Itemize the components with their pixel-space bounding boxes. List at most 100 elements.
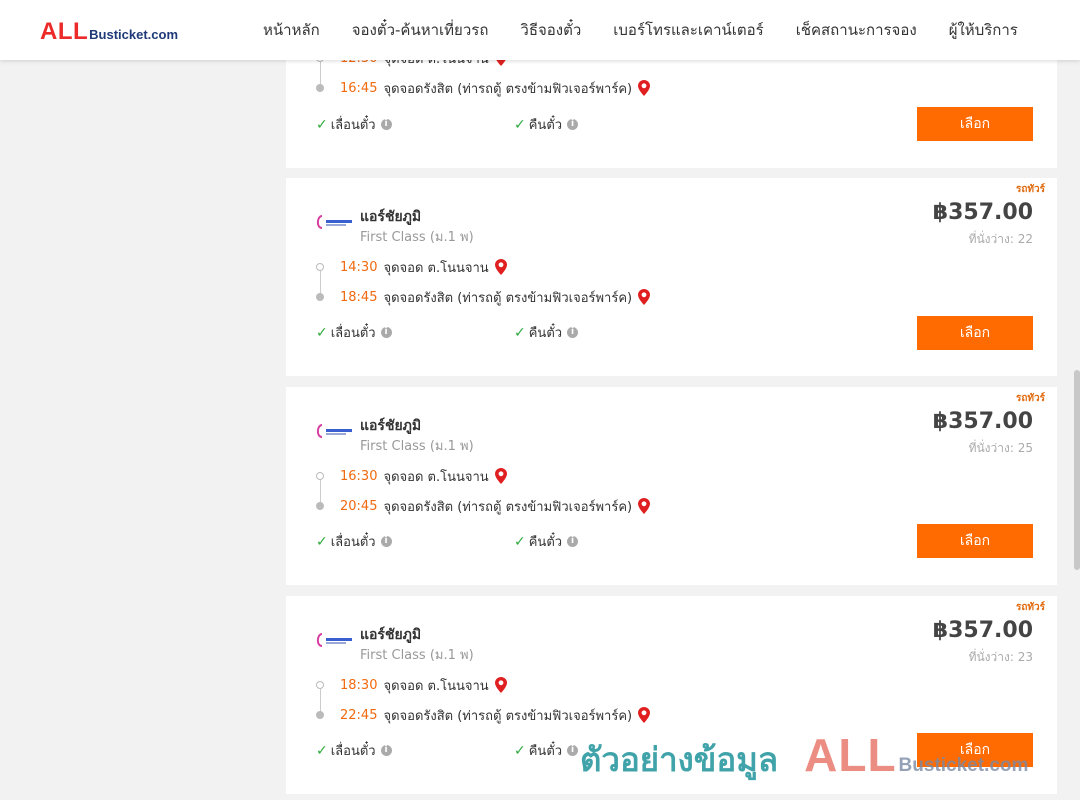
feature-label: เลื่อนตั๋ว: [330, 744, 376, 759]
map-pin-icon[interactable]: [638, 498, 651, 514]
map-pin-icon[interactable]: [494, 468, 507, 484]
site-header: ALL Busticket.com หน้าหลัก จองตั๋ว-ค้นหา…: [0, 0, 1080, 60]
info-icon[interactable]: i: [567, 119, 579, 130]
feature-label: คืนตั๋ว: [528, 118, 563, 133]
logo-sub-text: Busticket.com: [89, 27, 179, 42]
info-icon[interactable]: i: [567, 327, 579, 338]
select-button[interactable]: เลือก: [917, 107, 1033, 141]
site-logo[interactable]: ALL Busticket.com: [40, 18, 178, 46]
feature-change-ticket: ✓ เลื่อนตั๋ว i: [316, 322, 392, 343]
map-pin-icon[interactable]: [494, 677, 507, 693]
depart-time: 18:30: [340, 677, 378, 693]
seats-available: ที่นั่งว่าง: 25: [968, 441, 1033, 455]
check-icon: ✓: [316, 533, 328, 550]
feature-label: คืนตั๋ว: [528, 535, 563, 550]
check-icon: ✓: [316, 742, 328, 759]
arrive-dot: [316, 711, 324, 719]
feature-label: เลื่อนตั๋ว: [330, 118, 376, 133]
bus-class: First Class (ม.1 พ): [360, 648, 474, 663]
seats-available: ที่นั่งว่าง: 22: [968, 232, 1033, 246]
feature-refund-ticket: ✓ คืนตั๋ว i: [514, 114, 579, 135]
feature-change-ticket: ✓ เลื่อนตั๋ว i: [316, 740, 392, 761]
check-icon: ✓: [514, 324, 526, 341]
info-icon[interactable]: i: [380, 119, 392, 130]
trip-card: รถทัวร์ แอร์ชัยภูมิ First Class (ม.1 พ) …: [286, 178, 1057, 376]
operator-logo-icon: [316, 633, 352, 647]
page-scrollbar[interactable]: [1074, 370, 1080, 570]
map-pin-icon[interactable]: [638, 289, 651, 305]
nav-check-booking[interactable]: เช็คสถานะการจอง: [780, 18, 933, 42]
arrive-stop: 18:45 จุดจอดรังสิต (ท่ารถตู้ ตรงข้ามฟิวเ…: [316, 288, 651, 306]
feature-change-ticket: ✓ เลื่อนตั๋ว i: [316, 114, 392, 135]
seats-available: ที่นั่งว่าง: 23: [968, 650, 1033, 664]
arrive-place: จุดจอดรังสิต (ท่ารถตู้ ตรงข้ามฟิวเจอร์พา…: [383, 499, 633, 515]
price: ฿357.00: [932, 200, 1033, 225]
operator-name: แอร์ชัยภูมิ: [360, 418, 422, 434]
arrive-time: 18:45: [340, 289, 378, 305]
nav-how-to-book[interactable]: วิธีจองตั๋ว: [504, 18, 597, 42]
info-icon[interactable]: i: [567, 745, 579, 756]
map-pin-icon[interactable]: [638, 707, 651, 723]
arrive-dot: [316, 84, 324, 92]
price: ฿357.00: [932, 618, 1033, 643]
depart-dot: [316, 472, 324, 480]
depart-place: จุดจอด ต.โนนจาน: [383, 469, 489, 485]
depart-dot: [316, 681, 324, 689]
feature-label: เลื่อนตั๋ว: [330, 326, 376, 341]
arrive-stop: 22:45 จุดจอดรังสิต (ท่ารถตู้ ตรงข้ามฟิวเ…: [316, 706, 651, 724]
nav-contact-counters[interactable]: เบอร์โทรและเคาน์เตอร์: [597, 18, 779, 42]
depart-time: 16:30: [340, 468, 378, 484]
arrive-place: จุดจอดรังสิต (ท่ารถตู้ ตรงข้ามฟิวเจอร์พา…: [383, 708, 633, 724]
feature-label: คืนตั๋ว: [528, 326, 563, 341]
arrive-dot: [316, 502, 324, 510]
nav-home[interactable]: หน้าหลัก: [247, 18, 336, 42]
bus-type-tag: รถทัวร์: [1015, 184, 1045, 195]
info-icon[interactable]: i: [380, 536, 392, 547]
select-button[interactable]: เลือก: [917, 733, 1033, 767]
arrive-time: 22:45: [340, 707, 378, 723]
check-icon: ✓: [316, 116, 328, 133]
arrive-time: 16:45: [340, 80, 378, 96]
check-icon: ✓: [316, 324, 328, 341]
nav-operators[interactable]: ผู้ให้บริการ: [933, 18, 1034, 42]
operator-name: แอร์ชัยภูมิ: [360, 209, 422, 225]
depart-stop: 16:30 จุดจอด ต.โนนจาน: [316, 467, 507, 485]
feature-label: เลื่อนตั๋ว: [330, 535, 376, 550]
feature-refund-ticket: ✓ คืนตั๋ว i: [514, 531, 579, 552]
arrive-place: จุดจอดรังสิต (ท่ารถตู้ ตรงข้ามฟิวเจอร์พา…: [383, 290, 633, 306]
operator-logo-icon: [316, 215, 352, 229]
check-icon: ✓: [514, 742, 526, 759]
main-nav: หน้าหลัก จองตั๋ว-ค้นหาเที่ยวรถ วิธีจองตั…: [247, 0, 1034, 60]
depart-dot: [316, 263, 324, 271]
price: ฿357.00: [932, 409, 1033, 434]
bus-type-tag: รถทัวร์: [1015, 393, 1045, 404]
feature-change-ticket: ✓ เลื่อนตั๋ว i: [316, 531, 392, 552]
info-icon[interactable]: i: [380, 327, 392, 338]
feature-refund-ticket: ✓ คืนตั๋ว i: [514, 740, 579, 761]
arrive-time: 20:45: [340, 498, 378, 514]
depart-place: จุดจอด ต.โนนจาน: [383, 260, 489, 276]
feature-refund-ticket: ✓ คืนตั๋ว i: [514, 322, 579, 343]
operator-logo-icon: [316, 424, 352, 438]
bus-type-tag: รถทัวร์: [1015, 602, 1045, 613]
bus-class: First Class (ม.1 พ): [360, 230, 474, 245]
nav-book-search[interactable]: จองตั๋ว-ค้นหาเที่ยวรถ: [336, 18, 505, 42]
depart-stop: 14:30 จุดจอด ต.โนนจาน: [316, 258, 507, 276]
map-pin-icon[interactable]: [494, 259, 507, 275]
trip-card: รถทัวร์ แอร์ชัยภูมิ First Class (ม.1 พ) …: [286, 387, 1057, 585]
operator-name: แอร์ชัยภูมิ: [360, 627, 422, 643]
select-button[interactable]: เลือก: [917, 316, 1033, 350]
depart-place: จุดจอด ต.โนนจาน: [383, 678, 489, 694]
bus-class: First Class (ม.1 พ): [360, 439, 474, 454]
trip-card: รถทัวร์ แอร์ชัยภูมิ First Class (ม.1 พ) …: [286, 596, 1057, 794]
depart-stop: 18:30 จุดจอด ต.โนนจาน: [316, 676, 507, 694]
map-pin-icon[interactable]: [638, 80, 651, 96]
depart-time: 14:30: [340, 259, 378, 275]
arrive-stop: 16:45 จุดจอดรังสิต (ท่ารถตู้ ตรงข้ามฟิวเ…: [316, 79, 651, 97]
feature-label: คืนตั๋ว: [528, 744, 563, 759]
check-icon: ✓: [514, 116, 526, 133]
info-icon[interactable]: i: [380, 745, 392, 756]
select-button[interactable]: เลือก: [917, 524, 1033, 558]
check-icon: ✓: [514, 533, 526, 550]
info-icon[interactable]: i: [567, 536, 579, 547]
